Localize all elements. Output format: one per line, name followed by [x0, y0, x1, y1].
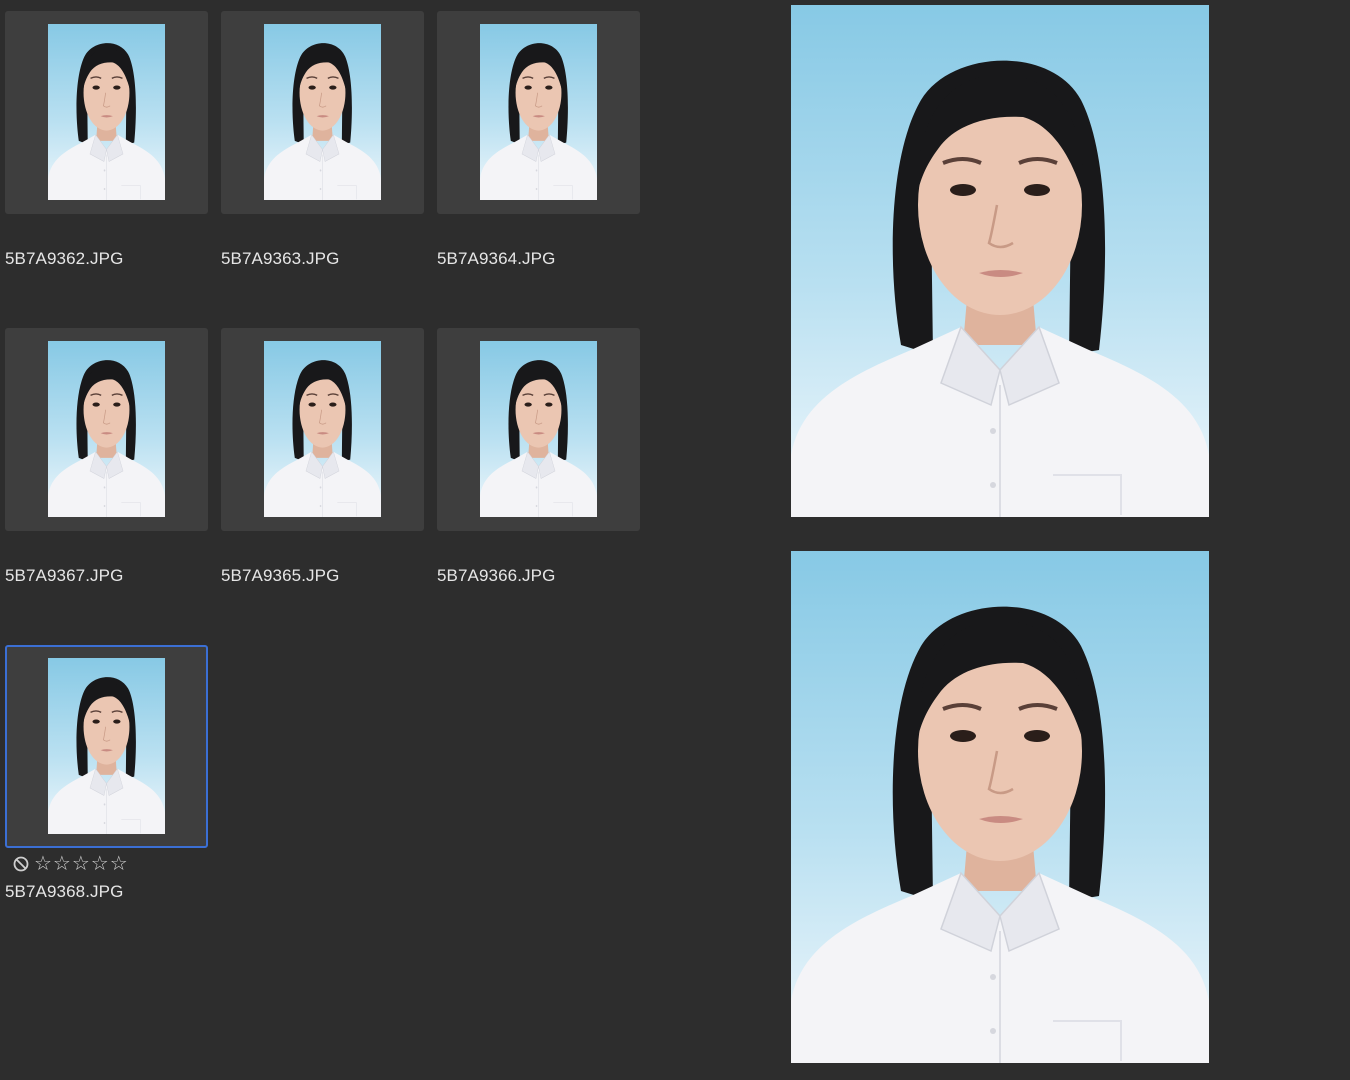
preview-image[interactable]	[791, 5, 1209, 517]
thumbnail-cell-selected[interactable]: ☆☆☆☆☆ 5B7A9368.JPG	[5, 645, 208, 901]
thumbnail-image[interactable]	[264, 341, 381, 517]
thumbnail-filename: 5B7A9365.JPG	[221, 566, 340, 585]
thumbnail-image[interactable]	[48, 24, 165, 200]
rating-stars[interactable]: ☆☆☆☆☆	[34, 854, 129, 874]
thumbnail-cell[interactable]: 5B7A9365.JPG	[221, 328, 424, 585]
thumbnail-frame[interactable]	[221, 328, 424, 531]
thumbnail-filename: 5B7A9367.JPG	[5, 566, 124, 585]
thumbnail-filename: 5B7A9362.JPG	[5, 249, 124, 268]
thumbnail-frame[interactable]	[5, 328, 208, 531]
photo-browser-window: 5B7A9362.JPG 5B7A9363.JPG 5B7A9364.JPG 5…	[0, 0, 1350, 1080]
preview-image[interactable]	[791, 551, 1209, 1063]
thumbnail-frame[interactable]	[437, 328, 640, 531]
thumbnail-image[interactable]	[264, 24, 381, 200]
preview-panel	[653, 0, 1350, 1080]
thumbnail-cell[interactable]: 5B7A9362.JPG	[5, 11, 208, 268]
thumbnail-cell[interactable]: 5B7A9366.JPG	[437, 328, 640, 585]
thumbnail-cell[interactable]: 5B7A9364.JPG	[437, 11, 640, 268]
thumbnail-filename: 5B7A9366.JPG	[437, 566, 556, 585]
thumbnail-filename: 5B7A9368.JPG	[5, 882, 124, 901]
thumbnail-frame[interactable]	[437, 11, 640, 214]
thumbnail-cell[interactable]: 5B7A9367.JPG	[5, 328, 208, 585]
thumbnail-image[interactable]	[480, 341, 597, 517]
thumbnail-grid: 5B7A9362.JPG 5B7A9363.JPG 5B7A9364.JPG 5…	[0, 0, 653, 1080]
thumbnail-image[interactable]	[48, 341, 165, 517]
reject-flag-icon[interactable]	[13, 856, 29, 872]
thumbnail-frame[interactable]	[5, 11, 208, 214]
thumbnail-image[interactable]	[480, 24, 597, 200]
thumbnail-filename: 5B7A9364.JPG	[437, 249, 556, 268]
rating-controls: ☆☆☆☆☆	[13, 853, 129, 875]
thumbnail-frame[interactable]	[221, 11, 424, 214]
thumbnail-cell[interactable]: 5B7A9363.JPG	[221, 11, 424, 268]
thumbnail-frame-selected[interactable]	[5, 645, 208, 848]
thumbnail-filename: 5B7A9363.JPG	[221, 249, 340, 268]
thumbnail-image[interactable]	[48, 658, 165, 834]
